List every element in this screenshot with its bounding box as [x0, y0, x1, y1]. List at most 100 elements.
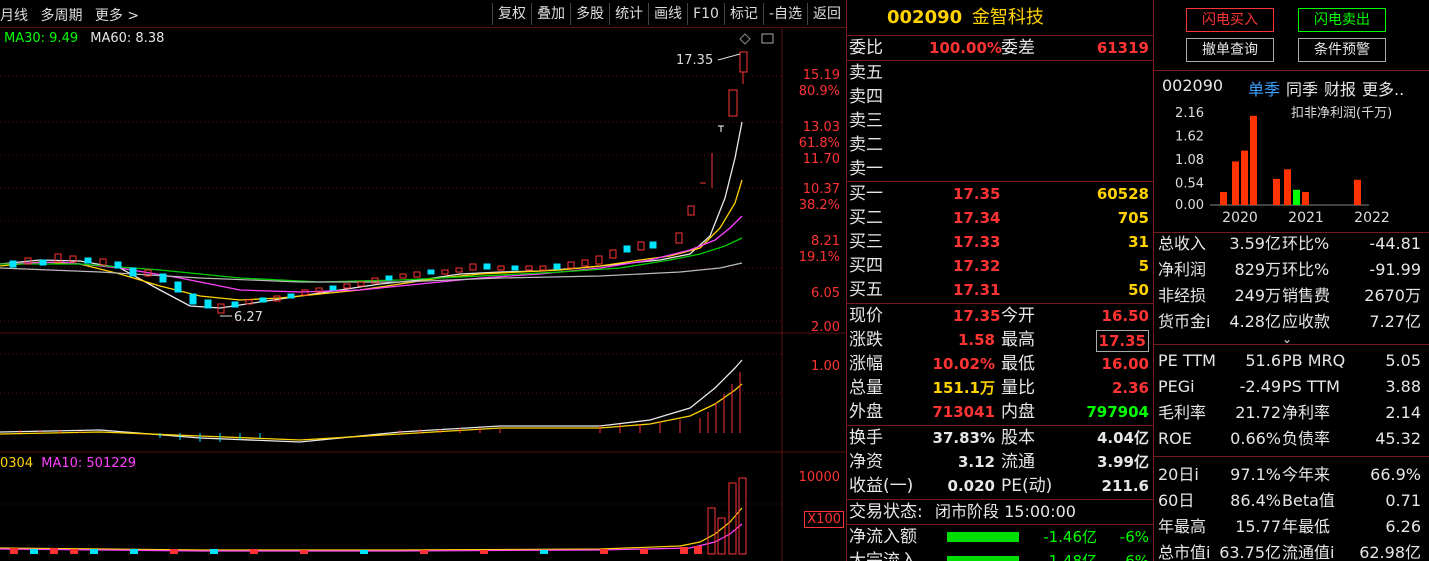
tab-single-quarter[interactable]: 单季	[1248, 76, 1280, 100]
bid-price: 17.33	[953, 233, 1001, 251]
block-inflow-pct: -6%	[1119, 552, 1149, 561]
fin-row: 货币金i 4.28亿 应收款 7.27亿	[1154, 309, 1429, 334]
net-inflow-bar	[947, 532, 1019, 542]
stats-row: 总量 151.1万 量比 2.36	[847, 376, 1153, 400]
fin-value: 97.1%	[1230, 465, 1281, 484]
tab-same-quarter[interactable]: 同季	[1286, 76, 1318, 100]
financial-panel: 闪电买入 闪电卖出 撤单查询 条件预警 002090 单季 同季 财报 更多..…	[1154, 0, 1429, 561]
bid-row[interactable]: 买二 17.34 705	[847, 206, 1153, 230]
stat-label: 外盘	[849, 402, 883, 422]
stat-label: 现价	[849, 306, 883, 326]
mark-button[interactable]: 标记	[723, 3, 763, 25]
overlay-button[interactable]: 叠加	[531, 3, 570, 25]
price-label: 13.03	[802, 120, 840, 135]
price-pct-label: 38.2%	[798, 198, 840, 213]
volume-legend: 0304 MA10: 501229	[0, 456, 136, 471]
fin-value: 66.9%	[1370, 465, 1421, 484]
fin-row: 毛利率 21.72 净利率 2.14	[1154, 400, 1429, 425]
chart-toolbar: 月线 多周期 更多 > 复权 叠加 多股 统计 画线 F10 标记 -自选 返回	[0, 0, 846, 28]
fin-value: 15.77	[1235, 517, 1281, 536]
macd-label: 2.00	[811, 320, 840, 335]
profit-bar-chart: 2.16 1.62 1.08 0.54 0.00 2020 2021 2022 扣非净利润(…	[1175, 106, 1392, 226]
eps-value: 0.020	[947, 477, 995, 495]
y-tick-label: 1.08	[1175, 153, 1204, 168]
fin-row: 净利润 829万 环比% -91.99	[1154, 257, 1429, 282]
back-button[interactable]: 返回	[807, 3, 846, 25]
fin-row: 总收入 3.59亿 环比% -44.81	[1154, 231, 1429, 256]
profit-bar	[1241, 150, 1248, 205]
x-year-label: 2020	[1222, 210, 1258, 226]
fin-row: 年最高 15.77 年最低 6.26	[1154, 514, 1429, 539]
stats2-row: 换手 37.83% 股本 4.04亿	[847, 426, 1153, 450]
ask-row[interactable]: 卖四	[847, 85, 1153, 109]
flash-buy-button[interactable]: 闪电买入	[1186, 8, 1274, 32]
tab-more[interactable]: 更多..	[1362, 76, 1404, 100]
fin-value: 6.26	[1385, 517, 1421, 536]
fin-label: 净利率	[1282, 403, 1331, 422]
net-inflow-value: -1.46亿	[1043, 528, 1097, 546]
multi-period-button[interactable]: 多周期	[40, 8, 82, 24]
bid-row[interactable]: 买一 17.35 60528	[847, 182, 1153, 206]
ask-row[interactable]: 卖五	[847, 61, 1153, 85]
more-button[interactable]: 更多 >	[95, 8, 139, 24]
draw-line-button[interactable]: 画线	[648, 3, 687, 25]
fin-label: 总市值i	[1158, 543, 1211, 561]
stats-row: 外盘 713041 内盘 797904	[847, 400, 1153, 424]
bid-price: 17.34	[953, 209, 1001, 227]
y-tick-label: 0.00	[1175, 198, 1204, 213]
bid-row[interactable]: 买三 17.33 31	[847, 230, 1153, 254]
flash-sell-button[interactable]: 闪电卖出	[1298, 8, 1386, 32]
high-marker: 17.35	[676, 53, 713, 68]
stat-label: 涨幅	[849, 354, 883, 374]
ask-row[interactable]: 卖一	[847, 157, 1153, 181]
y-tick-label: 2.16	[1175, 106, 1204, 121]
price-pct-label: 61.8%	[798, 136, 840, 151]
bid-row[interactable]: 买四 17.32 5	[847, 254, 1153, 278]
fin-label: PB MRQ	[1282, 351, 1346, 370]
fin-value: 86.4%	[1230, 491, 1281, 510]
window-icon	[761, 33, 774, 44]
bid-label: 买三	[849, 232, 883, 252]
fin-value: 45.32	[1375, 429, 1421, 448]
current-price-value: 17.35	[953, 307, 1001, 325]
weicha-label: 委差	[1001, 38, 1035, 58]
stats-button[interactable]: 统计	[609, 3, 648, 25]
watchlist-button[interactable]: -自选	[762, 3, 807, 25]
fin-value: 21.72	[1235, 403, 1281, 422]
volume-label: 10000	[798, 470, 840, 485]
fin-value: 3.88	[1385, 377, 1421, 396]
profit-bar	[1273, 178, 1280, 205]
f10-button[interactable]: F10	[687, 3, 724, 25]
multi-stock-button[interactable]: 多股	[570, 3, 609, 25]
ask-row[interactable]: 卖三	[847, 109, 1153, 133]
kline-chart-area[interactable]: 月线 多周期 更多 > 复权 叠加 多股 统计 画线 F10 标记 -自选 返回…	[0, 0, 846, 561]
net-inflow-label: 净流入额	[849, 527, 917, 547]
fin-stock-code: 002090	[1162, 76, 1224, 95]
fin-value: 62.98亿	[1359, 543, 1421, 561]
bid-row[interactable]: 买五 17.31 50	[847, 278, 1153, 302]
stat-label: 最高	[1001, 330, 1035, 350]
cancel-query-button[interactable]: 撤单查询	[1186, 38, 1274, 62]
fin-row: PEGi -2.49 PS TTM 3.88	[1154, 374, 1429, 399]
stat-label: 最低	[1001, 354, 1035, 374]
fin-label: ROE	[1158, 429, 1192, 448]
condition-alert-button[interactable]: 条件预警	[1298, 38, 1386, 62]
ask-row[interactable]: 卖二	[847, 133, 1153, 157]
tab-report[interactable]: 财报	[1324, 76, 1356, 100]
stats2-row: 收益(一) 0.020 PE(动) 211.6	[847, 474, 1153, 498]
fuquan-button[interactable]: 复权	[492, 3, 531, 25]
change-value: 1.58	[957, 331, 995, 349]
fin-value: 5.05	[1385, 351, 1421, 370]
total-volume-value: 151.1万	[932, 379, 995, 397]
open-price-value: 16.50	[1101, 307, 1149, 325]
price-label: 10.37	[802, 182, 840, 197]
bid-label: 买四	[849, 256, 883, 276]
profit-bar	[1220, 191, 1227, 205]
price-label: 6.05	[811, 286, 840, 301]
bid-label: 买一	[849, 184, 883, 204]
kline-canvas[interactable]: 17.35 6.27	[0, 28, 846, 561]
period-label[interactable]: 月线	[0, 8, 28, 24]
bid-price: 17.31	[953, 281, 1001, 299]
stat-label: 总量	[849, 378, 883, 398]
high-price-value: 17.35	[1095, 330, 1149, 352]
